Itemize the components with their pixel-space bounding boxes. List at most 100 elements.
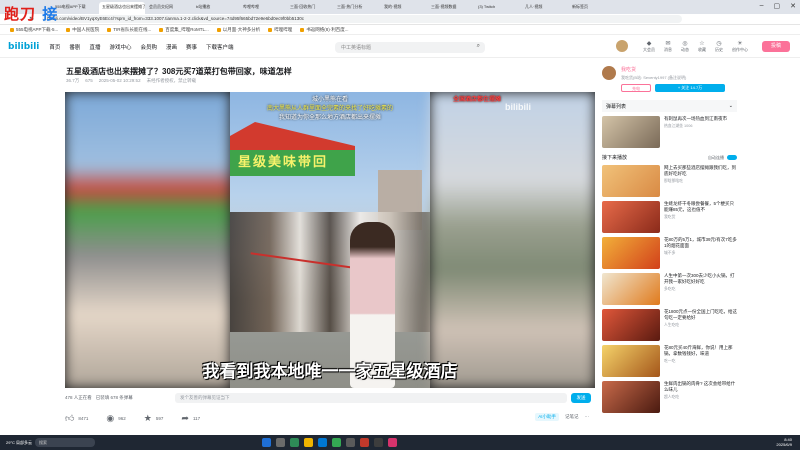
video-thumbnail[interactable] xyxy=(602,309,660,341)
video-thumbnail[interactable] xyxy=(602,273,660,305)
tab-2[interactable]: 会员员交纪网 xyxy=(146,2,192,14)
video-subtitle: 我看到我本地唯一一家五星级酒店 xyxy=(202,362,458,382)
tab-6[interactable]: 三面·热门分析 xyxy=(334,2,380,14)
action-right: AI小助手 记笔记 ⋯ xyxy=(535,413,589,421)
uploader-name[interactable]: 我吃货 xyxy=(621,66,725,73)
more-icon[interactable]: ⋯ xyxy=(585,414,590,420)
app-icon[interactable] xyxy=(360,438,369,447)
video-player[interactable]: 星级美味带回 城小黑熊在看 南大黑熊从人群里面全完素的来找了好吃摊素的 我知道为… xyxy=(65,92,595,388)
upload-button[interactable]: 投稿 xyxy=(762,41,790,52)
windows-start-icon[interactable] xyxy=(262,438,271,447)
action-row: 👍︎ 8471 ◉ 962 ★ 597 ➦ 117 AI小助手 记笔记 ⋯ xyxy=(65,411,595,425)
share-button[interactable]: ➦ 117 xyxy=(181,413,200,424)
app-icon[interactable] xyxy=(388,438,397,447)
list-item[interactable]: 花80元买40斤海鲜，你说！用上那锅，拿数钱钱好，味道 吃一吃 xyxy=(602,345,737,377)
list-item[interactable]: 网上去买那些酒店摆摊跟我们吃，到底好吃好吃 那啥那啥吃 xyxy=(602,165,737,197)
list-item[interactable]: 人生中第一次300去少吃小火锅，打开我一家好吃好好吃 多吃吃 xyxy=(602,273,737,305)
tab-8[interactable]: 三面·视频数据 xyxy=(428,2,474,14)
ai-assistant-button[interactable]: AI小助手 xyxy=(535,413,559,421)
creator-link[interactable]: ☀ 创作中心 xyxy=(732,40,748,53)
close-icon[interactable]: ✕ xyxy=(790,2,796,10)
weather-widget[interactable]: 29°C 局部多云 xyxy=(6,440,32,446)
favorite-button[interactable]: ★ 597 xyxy=(144,413,164,424)
bookmark[interactable]: 以月面·大神多分析 xyxy=(216,27,260,33)
autoplay-toggle[interactable] xyxy=(727,155,737,160)
bilibili-logo[interactable]: bilibili xyxy=(8,42,39,52)
star-icon: ★ xyxy=(143,412,152,423)
bookmark[interactable]: 555电视APP下载-5... xyxy=(10,27,58,33)
chrome-icon[interactable] xyxy=(332,438,341,447)
charge-button[interactable]: 充电 xyxy=(621,84,651,92)
list-item[interactable]: 花1800元点一份全国上门吃吃，给这句吃一定要给好 人生吃吃 xyxy=(602,309,737,341)
coin-button[interactable]: ◉ 962 xyxy=(106,413,125,424)
uploader-avatar[interactable] xyxy=(602,66,616,80)
os-taskbar: 29°C 局部多云 搜索 8:40 2025/6/9 xyxy=(0,435,800,450)
search-icon[interactable]: ⌕ xyxy=(477,43,480,50)
bookmark-icon xyxy=(107,27,112,32)
tab-10[interactable]: 几人·视频 xyxy=(522,2,568,14)
video-frame: 星级美味带回 xyxy=(230,92,430,388)
tab-active[interactable]: 五星级酒店也出来摆摊了 xyxy=(99,2,145,14)
taskbar-search[interactable]: 搜索 xyxy=(35,438,95,447)
nav-mall[interactable]: 会员购 xyxy=(140,43,157,51)
maximize-icon[interactable]: ▢ xyxy=(774,2,781,10)
tab-11[interactable]: 新标签页 xyxy=(569,2,615,14)
video-thumbnail[interactable] xyxy=(602,381,660,413)
tab-5[interactable]: 三面·回收热门 xyxy=(287,2,333,14)
video-thumbnail[interactable] xyxy=(602,237,660,269)
dynamic-link[interactable]: ◎ 动态 xyxy=(681,40,689,53)
nav-game[interactable]: 游戏中心 xyxy=(109,43,131,51)
bookmark[interactable]: 书返网络(8)·利百度... xyxy=(300,27,349,33)
favorite-link[interactable]: ☆ 收藏 xyxy=(698,40,706,53)
system-clock[interactable]: 8:40 2025/6/9 xyxy=(776,437,792,447)
list-item[interactable]: 花80万的5万1，城市39元/有次7吃多1的烟花面面 城不多 xyxy=(602,237,737,269)
video-title: 五星级酒店也出来摆摊了？308元买7道菜打包带回家，味道怎样 xyxy=(66,67,292,76)
history-link[interactable]: ◷ 历史 xyxy=(715,40,723,53)
minimize-icon[interactable]: – xyxy=(760,2,764,10)
nav-download[interactable]: 下载客户端 xyxy=(206,43,234,51)
settings-icon[interactable] xyxy=(346,438,355,447)
url-field[interactable]: bilibili.com/video/BV1yqXyE6Ec4/?spm_id_… xyxy=(42,15,683,23)
edge-icon[interactable] xyxy=(318,438,327,447)
follow-button[interactable]: + 关注 14.7万 xyxy=(655,84,725,92)
app-icon[interactable] xyxy=(290,438,299,447)
app-icon[interactable] xyxy=(374,438,383,447)
bookmark[interactable]: 哔哩哔哩 xyxy=(268,27,292,33)
avatar[interactable] xyxy=(616,40,628,52)
like-button[interactable]: 👍︎ 8471 xyxy=(65,413,88,424)
danmaku-bar: 478 人正在看 已装填 678 条弹幕 发个友善的弹幕见证当下 发送 xyxy=(65,392,595,404)
bookmark[interactable]: 百度集_哔哩RoMTL... xyxy=(159,27,209,33)
uploader-desc: 我吃货(B站: Seventy1997 (备注说明) xyxy=(621,75,687,80)
video-thumbnail[interactable] xyxy=(602,165,660,197)
bookmark[interactable]: 中国人民医院 xyxy=(66,27,99,33)
video-thumbnail[interactable] xyxy=(602,201,660,233)
tab-9[interactable]: (3) Twitch xyxy=(475,2,521,14)
list-item[interactable]: 生鲜肉出锅的肉骨? 这次会给带给什么味儿 超人吃吃 xyxy=(602,381,737,413)
bookmark[interactable]: TIR省队长能在线... xyxy=(107,27,151,33)
tab-7[interactable]: 我的·视频 xyxy=(381,2,427,14)
task-view-icon[interactable] xyxy=(276,438,285,447)
danmaku-send-button[interactable]: 发送 xyxy=(571,393,591,403)
tab-4[interactable]: 哔哩哔哩 xyxy=(240,2,286,14)
message-icon: ✉ xyxy=(665,41,671,47)
nav-home[interactable]: 首页 xyxy=(49,43,60,51)
list-item[interactable]: 生蚝龙虾干冬眼尝餐餐，5个梗买只能赚85元，这也值不 我吃货 xyxy=(602,201,737,233)
video-thumbnail[interactable] xyxy=(602,345,660,377)
nav-anime[interactable]: 番剧 xyxy=(69,43,80,51)
chevron-down-icon: ⌄ xyxy=(728,103,733,109)
nav-esports[interactable]: 赛事 xyxy=(186,43,197,51)
video-thumbnail[interactable] xyxy=(602,116,660,148)
message-link[interactable]: ✉ 消息 xyxy=(664,40,672,53)
list-item[interactable]: 有刺鼠再次一场热血到江南夜市 热血江湖坐 1006 xyxy=(602,116,737,148)
nav-manga[interactable]: 漫画 xyxy=(166,43,177,51)
folder-icon[interactable] xyxy=(304,438,313,447)
search-input[interactable]: 中工英语标题 ⌕ xyxy=(335,42,485,53)
nav-live[interactable]: 直播 xyxy=(89,43,100,51)
danmaku-list-header[interactable]: 弹幕列表 ⌄ xyxy=(602,100,737,112)
star-icon: ☆ xyxy=(699,41,705,47)
danmaku-input[interactable]: 发个友善的弹幕见证当下 xyxy=(175,393,567,403)
tab-0[interactable]: 555电视APP下载 xyxy=(52,2,98,14)
tab-3[interactable]: b站播放 xyxy=(193,2,239,14)
vip-link[interactable]: ◆ 大会员 xyxy=(643,40,655,53)
note-button[interactable]: 记笔记 xyxy=(565,414,579,420)
